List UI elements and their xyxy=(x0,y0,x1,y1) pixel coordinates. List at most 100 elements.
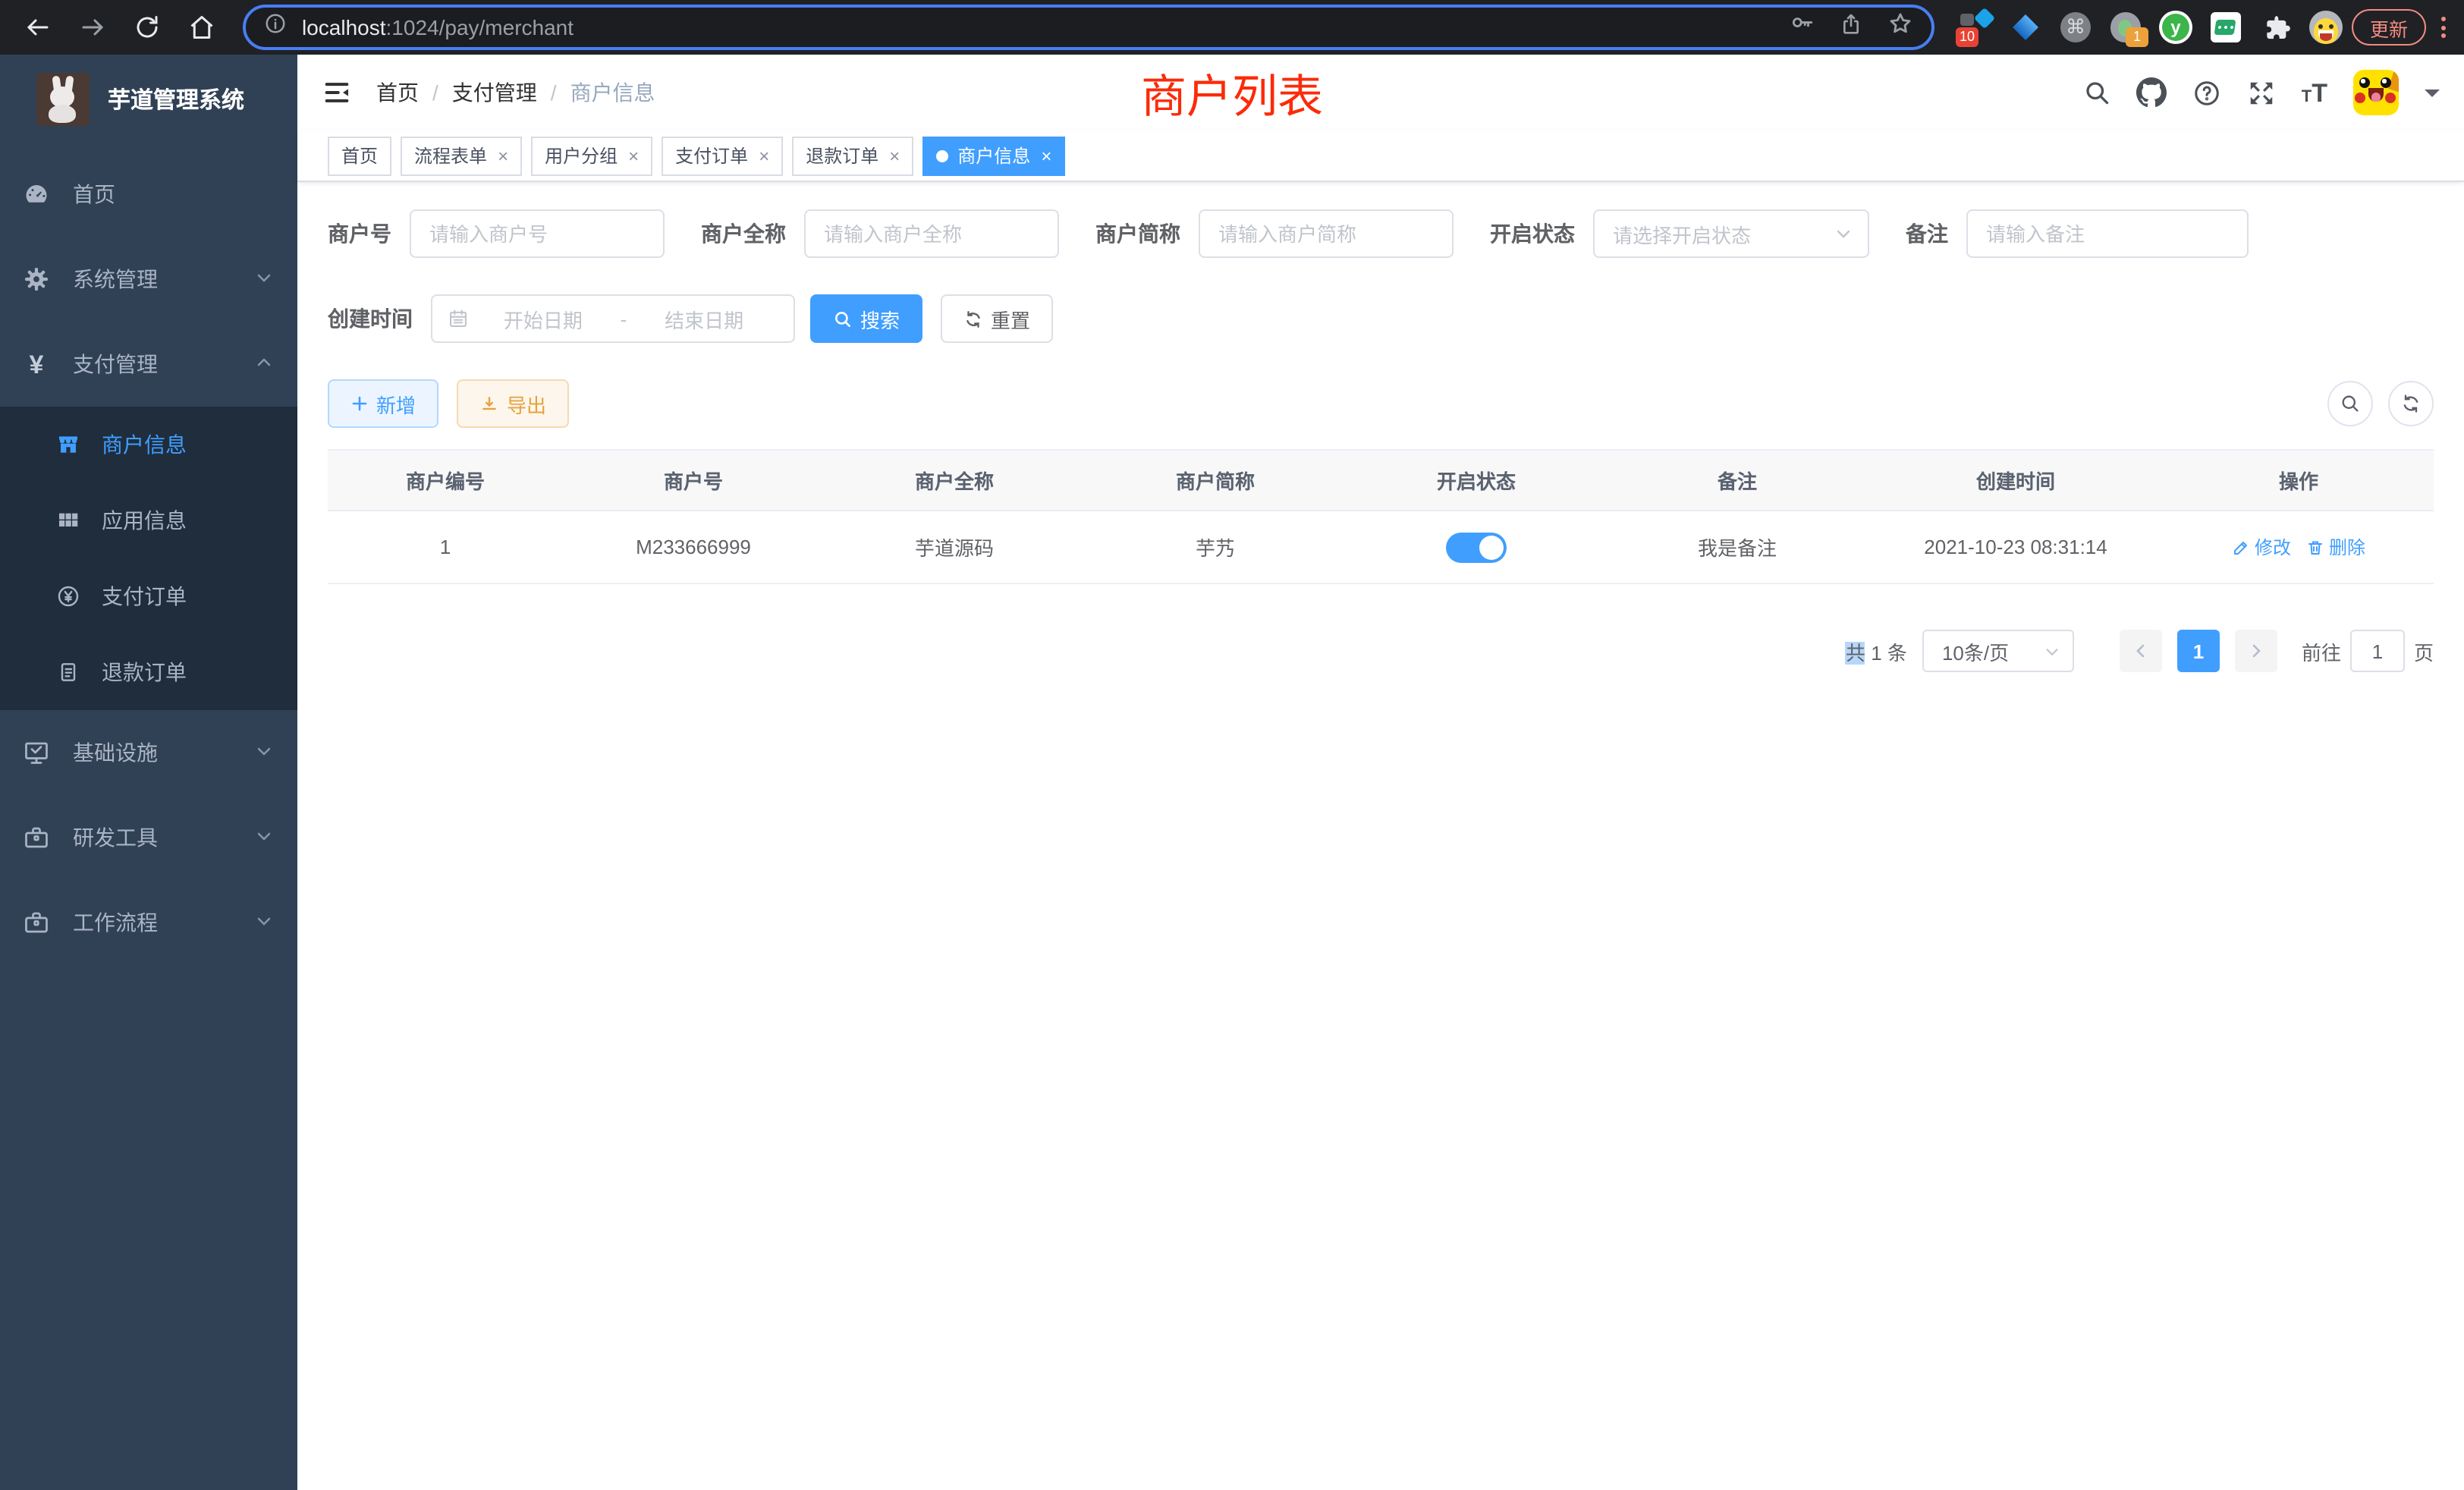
password-key-icon[interactable] xyxy=(1789,11,1815,44)
sidebar-item-home[interactable]: 首页 xyxy=(0,152,297,237)
create-time-range-picker[interactable]: 开始日期 - 结束日期 xyxy=(431,294,795,343)
app-logo[interactable]: 芋道管理系统 xyxy=(0,55,297,143)
add-button[interactable]: 新增 xyxy=(328,379,438,428)
tags-view-bar: 首页 流程表单× 用户分组× 支付订单× 退款订单× 商户信息× xyxy=(297,130,2464,182)
site-info-icon[interactable] xyxy=(264,12,287,42)
tab-pay-order[interactable]: 支付订单× xyxy=(662,136,783,175)
sidebar-item-dev-tools[interactable]: 研发工具 xyxy=(0,795,297,880)
sidebar-item-merchant-info[interactable]: 商户信息 xyxy=(0,407,297,483)
browser-update-button[interactable]: 更新 xyxy=(2352,9,2426,46)
delete-link[interactable]: 删除 xyxy=(2306,534,2365,560)
extensions-puzzle-icon[interactable] xyxy=(2259,11,2293,44)
merchant-short-name-input[interactable] xyxy=(1199,209,1454,258)
sidebar-item-app-info[interactable]: 应用信息 xyxy=(0,483,297,558)
browser-chrome: localhost:1024/pay/merchant 10 ⌘ xyxy=(0,0,2464,55)
yen-circle-icon xyxy=(56,584,80,608)
merchant-no-input[interactable] xyxy=(410,209,665,258)
calendar-icon xyxy=(448,308,469,329)
browser-forward-icon[interactable] xyxy=(79,14,106,41)
chevron-down-icon xyxy=(255,267,273,291)
fullscreen-icon[interactable] xyxy=(2247,78,2276,107)
sidebar-item-pay[interactable]: ¥ 支付管理 xyxy=(0,322,297,407)
header-search-icon[interactable] xyxy=(2083,79,2110,106)
edit-link[interactable]: 修改 xyxy=(2232,534,2291,560)
browser-home-icon[interactable] xyxy=(188,14,215,41)
extension-kite-icon[interactable] xyxy=(2009,11,2042,44)
end-date-placeholder: 结束日期 xyxy=(630,304,778,333)
page-unit-label: 页 xyxy=(2414,637,2434,665)
tab-refund-order[interactable]: 退款订单× xyxy=(792,136,913,175)
close-icon[interactable]: × xyxy=(628,146,639,165)
tab-merchant-info[interactable]: 商户信息× xyxy=(922,136,1065,175)
extension-chat-icon[interactable] xyxy=(2209,11,2242,44)
table-header-row: 商户编号 商户号 商户全称 商户简称 开启状态 备注 创建时间 操作 xyxy=(328,450,2434,511)
close-icon[interactable]: × xyxy=(889,146,900,165)
logo-rabbit-image xyxy=(36,72,90,125)
cell-merchant-no: M233666999 xyxy=(563,511,824,583)
avatar-caret-icon[interactable] xyxy=(2425,89,2440,104)
tab-user-group[interactable]: 用户分组× xyxy=(531,136,652,175)
extension-devtools-icon[interactable]: 10 xyxy=(1959,11,1992,44)
goto-page-input[interactable] xyxy=(2350,630,2405,672)
close-icon[interactable]: × xyxy=(498,146,508,165)
sidebar-item-system[interactable]: 系统管理 xyxy=(0,237,297,322)
sidebar: 芋道管理系统 首页 系统管理 ¥ 支付管理 xyxy=(0,55,297,1490)
browser-menu-icon[interactable] xyxy=(2441,17,2446,38)
browser-back-icon[interactable] xyxy=(24,14,52,41)
bookmark-star-icon[interactable] xyxy=(1887,11,1913,44)
col-actions: 操作 xyxy=(2164,450,2434,511)
toggle-search-button[interactable] xyxy=(2327,381,2373,426)
chevron-down-icon xyxy=(1834,225,1853,243)
col-create-time: 创建时间 xyxy=(1868,450,2164,511)
breadcrumb-current: 商户信息 xyxy=(570,77,655,108)
breadcrumb-pay: 支付管理 xyxy=(452,77,537,108)
close-icon[interactable]: × xyxy=(1041,146,1051,165)
tab-home[interactable]: 首页 xyxy=(328,136,391,175)
url-text[interactable]: localhost:1024/pay/merchant xyxy=(302,15,1777,39)
breadcrumb: 首页 / 支付管理 / 商户信息 xyxy=(376,77,655,108)
chevron-up-icon xyxy=(255,352,273,376)
sidebar-collapse-icon[interactable] xyxy=(322,77,352,108)
search-button[interactable]: 搜索 xyxy=(810,294,922,343)
address-bar[interactable]: localhost:1024/pay/merchant xyxy=(243,5,1934,50)
sidebar-item-refund-order[interactable]: 退款订单 xyxy=(0,634,297,710)
chevron-down-icon xyxy=(255,825,273,850)
tab-process-form[interactable]: 流程表单× xyxy=(401,136,522,175)
search-icon xyxy=(833,309,853,328)
share-icon[interactable] xyxy=(1839,11,1863,43)
page-number-1[interactable]: 1 xyxy=(2177,630,2220,672)
prev-page-button[interactable] xyxy=(2120,630,2162,672)
app-title: 芋道管理系统 xyxy=(108,83,244,115)
col-status: 开启状态 xyxy=(1346,450,1607,511)
status-select[interactable]: 请选择开启状态 xyxy=(1593,209,1869,258)
merchant-name-input[interactable] xyxy=(804,209,1059,258)
col-remark: 备注 xyxy=(1607,450,1868,511)
sidebar-item-infra[interactable]: 基础设施 xyxy=(0,710,297,795)
page-size-select[interactable]: 10条/页 xyxy=(1922,630,2074,672)
browser-reload-icon[interactable] xyxy=(134,14,161,41)
close-icon[interactable]: × xyxy=(759,146,769,165)
sidebar-item-workflow[interactable]: 工作流程 xyxy=(0,880,297,965)
top-navbar: 首页 / 支付管理 / 商户信息 TT xyxy=(297,55,2464,130)
font-size-icon[interactable]: TT xyxy=(2302,80,2327,105)
filter-label-merchant-short-name: 商户简称 xyxy=(1095,218,1180,249)
next-page-button[interactable] xyxy=(2235,630,2277,672)
help-icon[interactable] xyxy=(2192,78,2221,107)
extension-capture-icon[interactable]: 1 xyxy=(2109,11,2142,44)
breadcrumb-home[interactable]: 首页 xyxy=(376,77,419,108)
refresh-table-button[interactable] xyxy=(2388,381,2434,426)
status-toggle[interactable] xyxy=(1446,532,1507,562)
profile-avatar-icon[interactable] xyxy=(2309,11,2343,44)
extension-yuque-icon[interactable]: y xyxy=(2159,11,2192,44)
cell-create-time: 2021-10-23 08:31:14 xyxy=(1868,511,2164,583)
sidebar-item-pay-order[interactable]: 支付订单 xyxy=(0,558,297,634)
user-avatar[interactable] xyxy=(2353,70,2399,115)
cell-remark: 我是备注 xyxy=(1607,511,1868,583)
export-button[interactable]: 导出 xyxy=(457,379,569,428)
remark-input[interactable] xyxy=(1966,209,2249,258)
extension-command-icon[interactable]: ⌘ xyxy=(2059,11,2092,44)
col-merchant-id: 商户编号 xyxy=(328,450,563,511)
github-icon[interactable] xyxy=(2136,77,2167,108)
document-icon xyxy=(56,660,80,684)
reset-button[interactable]: 重置 xyxy=(941,294,1053,343)
